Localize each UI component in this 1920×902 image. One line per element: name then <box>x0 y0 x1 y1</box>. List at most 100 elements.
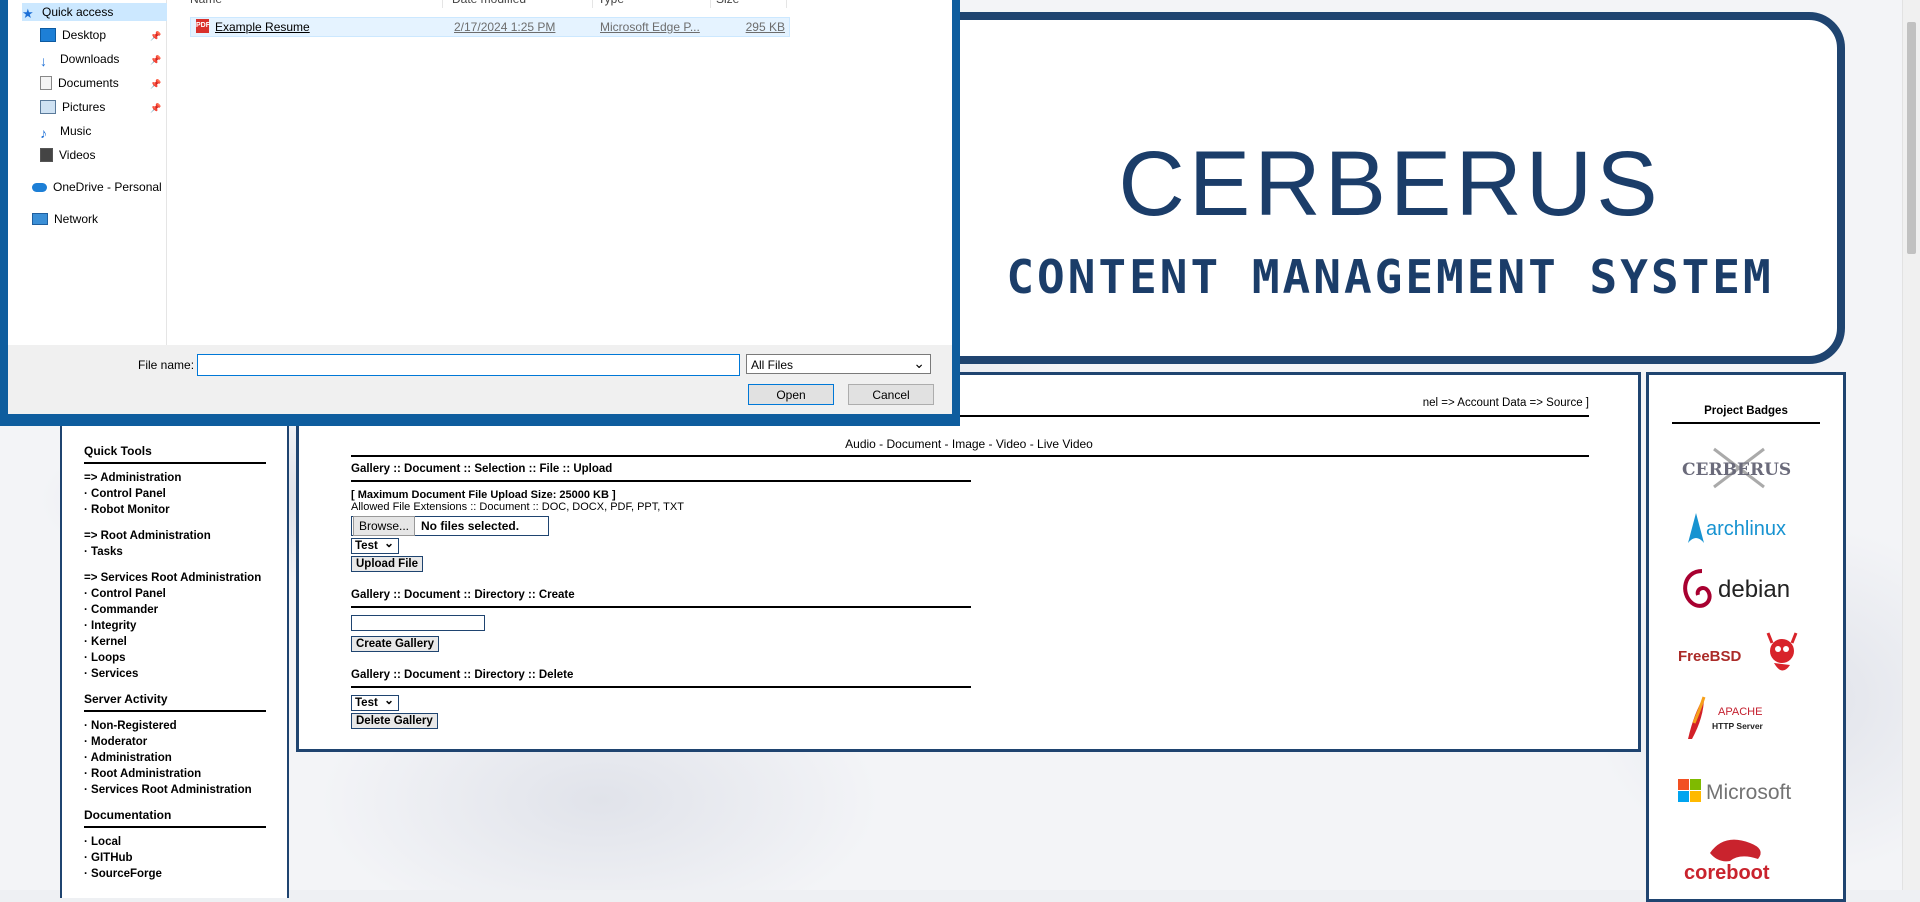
robot-monitor-link[interactable]: · Robot Monitor <box>84 502 266 518</box>
github-link[interactable]: · GITHub <box>84 850 266 866</box>
nav-documents[interactable]: Documents <box>40 76 119 90</box>
file-name-label: File name: <box>138 358 195 372</box>
nav-network-label: Network <box>54 212 99 226</box>
apache-badge[interactable]: APACHE HTTP Server <box>1674 695 1804 743</box>
delete-title: Gallery :: Document :: Directory :: Dele… <box>351 669 971 688</box>
file-type-cell: Microsoft Edge P... <box>600 20 700 34</box>
upload-file-button[interactable]: Upload File <box>351 556 423 572</box>
delete-gallery-button[interactable]: Delete Gallery <box>351 713 438 729</box>
upload-gallery-select[interactable]: Test <box>351 536 399 554</box>
dialog-nav-pane: ★ Quick access Desktop 📌 ↓ Downloads 📌 D… <box>8 0 167 345</box>
server-root-administration-link[interactable]: · Root Administration <box>84 766 266 782</box>
media-divider <box>351 455 1589 457</box>
tasks-link[interactable]: · Tasks <box>84 544 266 560</box>
nav-downloads[interactable]: ↓ Downloads <box>40 52 120 69</box>
apache-feather-icon: APACHE HTTP Server <box>1688 696 1764 739</box>
cerberus-badge-text: CERBERUS <box>1682 460 1791 480</box>
administration-link[interactable]: => Administration <box>84 470 266 486</box>
services-link[interactable]: · Services <box>84 666 266 682</box>
nav-pictures[interactable]: Pictures <box>40 100 105 114</box>
microsoft-badge[interactable]: Microsoft <box>1674 767 1804 815</box>
network-icon <box>32 213 48 225</box>
nav-videos[interactable]: Videos <box>40 148 95 162</box>
nav-documents-label: Documents <box>58 76 119 90</box>
non-registered-link[interactable]: · Non-Registered <box>84 718 266 734</box>
file-input[interactable]: Browse... No files selected. <box>351 516 549 536</box>
loops-link[interactable]: · Loops <box>84 650 266 666</box>
max-size-text: [ Maximum Document File Upload Size: 250… <box>351 489 616 501</box>
commander-link[interactable]: · Commander <box>84 602 266 618</box>
server-services-root-link[interactable]: · Services Root Administration <box>84 782 266 798</box>
root-administration-link[interactable]: => Root Administration <box>84 528 266 544</box>
microsoft-logo-icon: Microsoft <box>1678 779 1791 804</box>
debian-badge[interactable]: debian <box>1674 565 1804 613</box>
pin-icon: 📌 <box>150 103 162 113</box>
media-nav[interactable]: Audio - Document - Image - Video - Live … <box>299 437 1639 451</box>
nav-onedrive[interactable]: OneDrive - Personal <box>32 180 162 194</box>
local-doc-link[interactable]: · Local <box>84 834 266 850</box>
debian-logo-icon: debian <box>1683 569 1790 608</box>
upload-title: Gallery :: Document :: Selection :: File… <box>351 463 971 482</box>
apache-badge-text: APACHE <box>1718 706 1762 718</box>
download-arrow-icon: ↓ <box>40 53 47 69</box>
services-control-panel-link[interactable]: · Control Panel <box>84 586 266 602</box>
coreboot-badge[interactable]: coreboot <box>1674 827 1804 887</box>
desktop-icon <box>40 28 56 42</box>
breadcrumb-divider <box>943 415 1589 417</box>
open-file-dialog: ★ Quick access Desktop 📌 ↓ Downloads 📌 D… <box>0 0 960 426</box>
banner-title: CERBERUS <box>1118 133 1662 235</box>
freebsd-badge[interactable]: FreeBSD <box>1674 631 1804 679</box>
admin-control-panel-link[interactable]: · Control Panel <box>84 486 266 502</box>
dialog-body: ★ Quick access Desktop 📌 ↓ Downloads 📌 D… <box>8 0 952 414</box>
create-gallery-button[interactable]: Create Gallery <box>351 636 439 652</box>
nav-desktop[interactable]: Desktop <box>40 28 106 42</box>
cerberus-logo-icon: CERBERUS <box>1682 447 1791 489</box>
upload-form: Gallery :: Document :: Selection :: File… <box>351 463 971 729</box>
coreboot-badge-text: coreboot <box>1684 862 1770 884</box>
allowed-extensions-text: Allowed File Extensions :: Document :: D… <box>351 501 684 513</box>
video-film-icon <box>40 148 53 162</box>
pin-icon: 📌 <box>150 31 162 41</box>
browse-button[interactable]: Browse... <box>353 516 416 536</box>
column-header-name[interactable]: Name <box>190 0 443 8</box>
cloud-icon <box>32 182 47 192</box>
file-row[interactable]: PDF Example Resume 2/17/2024 1:25 PM Mic… <box>190 17 790 37</box>
nav-music[interactable]: ♪ Music <box>40 124 91 141</box>
delete-gallery-select[interactable]: Test <box>351 693 399 711</box>
cerberus-badge[interactable]: CERBERUS <box>1674 443 1804 491</box>
server-administration-link[interactable]: · Administration <box>84 750 266 766</box>
kernel-link[interactable]: · Kernel <box>84 634 266 650</box>
cancel-button[interactable]: Cancel <box>848 384 934 405</box>
file-name-input[interactable] <box>197 354 740 376</box>
column-header-size[interactable]: Size <box>716 0 787 8</box>
project-badges-title: Project Badges <box>1672 405 1820 424</box>
sourceforge-link[interactable]: · SourceForge <box>84 866 266 882</box>
documentation-title: Documentation <box>84 808 266 828</box>
create-title: Gallery :: Document :: Directory :: Crea… <box>351 589 971 608</box>
coreboot-logo-icon: coreboot <box>1684 839 1770 884</box>
left-sidebar: Quick Tools => Administration · Control … <box>60 418 289 898</box>
column-header-type[interactable]: Type <box>598 0 711 8</box>
right-sidebar: Project Badges CERBERUS archlinux debian… <box>1646 372 1846 902</box>
file-name-cell[interactable]: Example Resume <box>215 20 310 34</box>
gallery-name-input[interactable] <box>351 615 485 631</box>
main-content: nel => Account Data => Source ] Audio - … <box>296 372 1641 752</box>
archlinux-badge[interactable]: archlinux <box>1674 503 1804 551</box>
scrollbar-thumb[interactable] <box>1907 22 1916 254</box>
page-scrollbar[interactable] <box>1902 0 1920 890</box>
moderator-link[interactable]: · Moderator <box>84 734 266 750</box>
pictures-icon <box>40 100 56 114</box>
open-button[interactable]: Open <box>748 384 834 405</box>
nav-downloads-label: Downloads <box>60 52 120 66</box>
nav-videos-label: Videos <box>59 148 96 162</box>
nav-quick-access[interactable]: ★ Quick access <box>22 3 167 21</box>
services-root-administration-link[interactable]: => Services Root Administration <box>84 570 266 586</box>
nav-network[interactable]: Network <box>32 212 98 226</box>
column-header-date[interactable]: Date modified <box>452 0 593 8</box>
document-icon <box>40 76 52 90</box>
archlinux-logo-icon: archlinux <box>1688 513 1786 543</box>
banner-subtitle: CONTENT MANAGEMENT SYSTEM <box>1006 250 1774 304</box>
integrity-link[interactable]: · Integrity <box>84 618 266 634</box>
file-type-dropdown[interactable]: All Files <box>746 354 931 374</box>
pin-icon: 📌 <box>150 79 162 89</box>
